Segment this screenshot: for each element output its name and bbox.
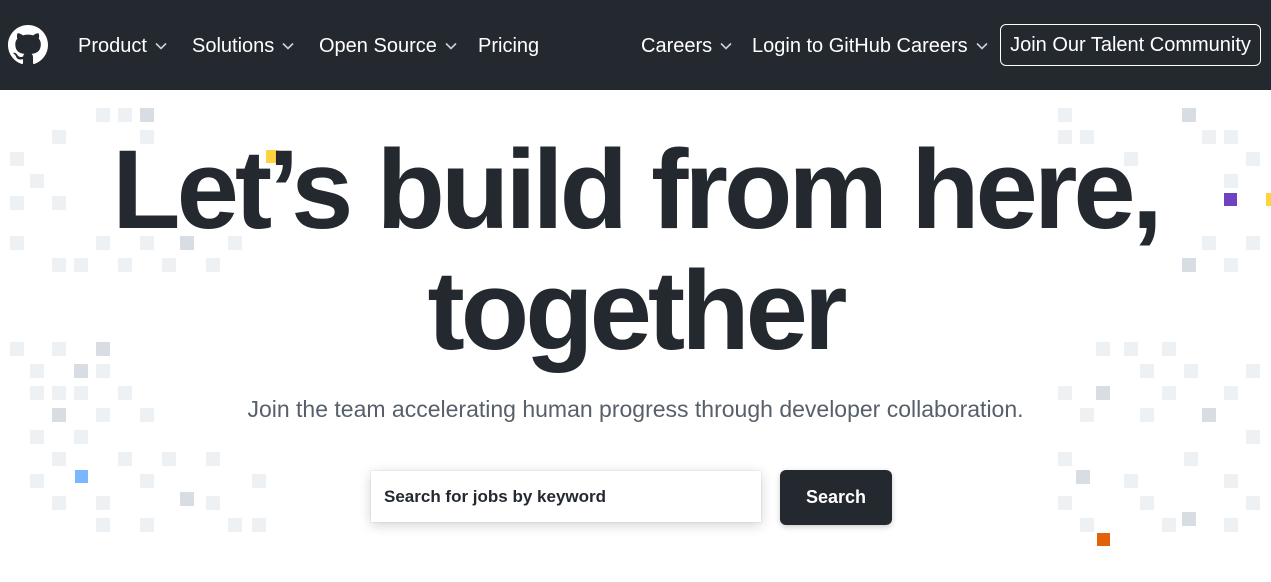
top-nav-bar: Product Solutions Open Source Pricing Ca… [0,0,1271,90]
nav-open-source[interactable]: Open Source [319,33,458,59]
nav-product[interactable]: Product [78,33,168,59]
chevron-down-icon [720,42,732,50]
job-search-input[interactable] [371,471,761,522]
nav-open-source-label: Open Source [319,34,437,57]
hero-heading-line-2: together [427,248,848,373]
nav-solutions-label: Solutions [192,34,275,57]
hero-subtitle: Join the team accelerating human progres… [247,396,1024,422]
nav-pricing[interactable]: Pricing [478,33,539,59]
chevron-down-icon [445,42,457,50]
chevron-down-icon [282,42,294,50]
search-button[interactable]: Search [780,470,892,525]
chevron-down-icon [155,42,167,50]
careers-page: Product Solutions Open Source Pricing Ca… [0,0,1271,582]
hero-heading-line-1: Let’s build from here, [112,127,1163,252]
chevron-down-icon [976,42,988,50]
nav-careers-label: Careers [641,34,713,57]
join-talent-community-button[interactable]: Join Our Talent Community [1000,24,1261,66]
github-logo-icon[interactable] [8,25,48,65]
nav-login-careers[interactable]: Login to GitHub Careers [752,33,989,59]
nav-login-careers-label: Login to GitHub Careers [752,34,968,57]
nav-pricing-label: Pricing [478,34,540,57]
nav-solutions[interactable]: Solutions [192,33,295,59]
nav-careers[interactable]: Careers [641,33,733,59]
nav-product-label: Product [78,34,147,57]
